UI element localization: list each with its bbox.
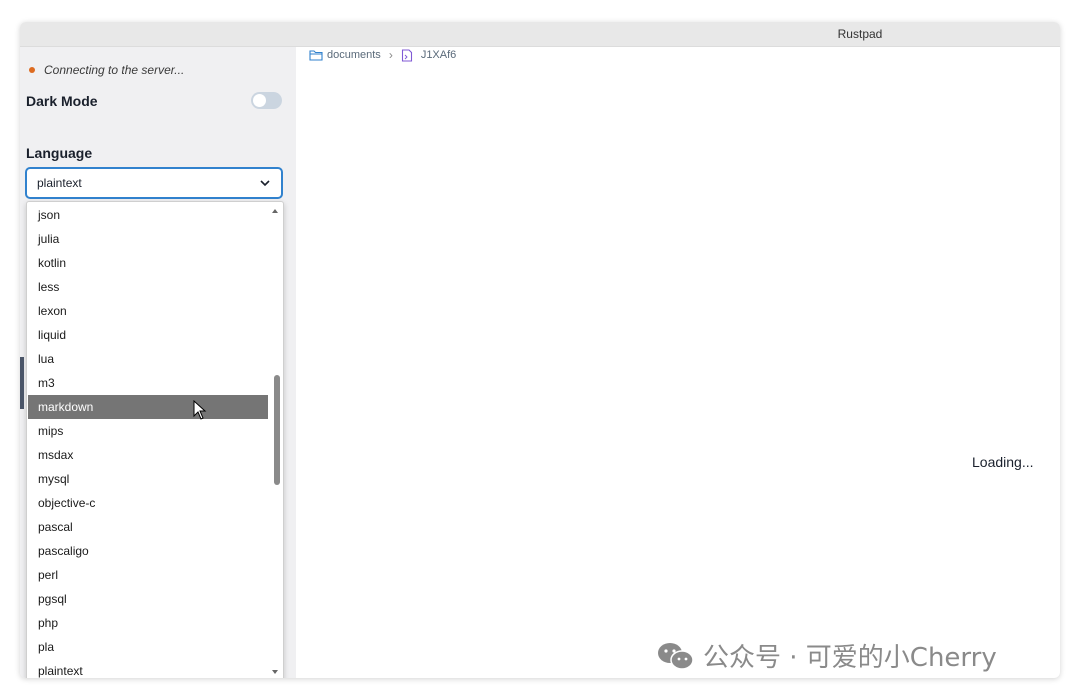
watermark-text: 公众号 · 可爱的小Cherry — [703, 643, 997, 673]
connection-status: Connecting to the server... — [29, 63, 184, 77]
title-bar: Rustpad — [20, 22, 1060, 47]
dark-mode-label: Dark Mode — [26, 93, 98, 109]
app-window: Rustpad Connecting to the server... Dark… — [20, 22, 1060, 678]
language-select[interactable]: plaintext — [26, 168, 282, 198]
scroll-up-arrow-icon[interactable] — [272, 209, 278, 213]
language-option-pascaligo[interactable]: pascaligo — [28, 539, 268, 563]
toggle-knob — [253, 94, 266, 107]
language-option-pascal[interactable]: pascal — [28, 515, 268, 539]
sidebar-collapse-handle[interactable] — [20, 357, 24, 409]
wechat-icon — [658, 642, 694, 670]
file-icon — [401, 48, 412, 62]
breadcrumb: documents › J1XAf6 — [309, 48, 456, 62]
folder-icon — [309, 50, 323, 61]
language-option-lexon[interactable]: lexon — [28, 299, 268, 323]
language-option-less[interactable]: less — [28, 275, 268, 299]
language-option-php[interactable]: php — [28, 611, 268, 635]
language-option-pgsql[interactable]: pgsql — [28, 587, 268, 611]
language-select-value: plaintext — [37, 176, 82, 190]
breadcrumb-folder[interactable]: documents — [327, 49, 381, 61]
language-label: Language — [26, 145, 93, 161]
breadcrumb-file[interactable]: J1XAf6 — [421, 49, 456, 61]
scrollbar-thumb[interactable] — [274, 375, 280, 485]
language-option-mysql[interactable]: mysql — [28, 467, 268, 491]
language-option-julia[interactable]: julia — [28, 227, 268, 251]
editor-loading-text: Loading... — [972, 454, 1034, 470]
language-option-pla[interactable]: pla — [28, 635, 268, 659]
language-option-liquid[interactable]: liquid — [28, 323, 268, 347]
chevron-down-icon — [260, 180, 270, 187]
chevron-right-icon: › — [388, 48, 393, 62]
language-option-msdax[interactable]: msdax — [28, 443, 268, 467]
language-option-plaintext[interactable]: plaintext — [28, 659, 268, 678]
language-option-objective-c[interactable]: objective-c — [28, 491, 268, 515]
language-option-mips[interactable]: mips — [28, 419, 268, 443]
language-option-m3[interactable]: m3 — [28, 371, 268, 395]
status-dot-icon — [29, 67, 35, 73]
language-dropdown-list[interactable]: json julia kotlin less lexon liquid lua m3 markd… — [26, 201, 284, 678]
status-text: Connecting to the server... — [44, 63, 185, 77]
sidebar: Connecting to the server... Dark Mode La… — [20, 47, 296, 678]
language-option-lua[interactable]: lua — [28, 347, 268, 371]
language-option-perl[interactable]: perl — [28, 563, 268, 587]
scroll-down-arrow-icon[interactable] — [272, 670, 278, 674]
window-title: Rustpad — [837, 27, 883, 41]
dark-mode-toggle[interactable] — [251, 92, 282, 109]
watermark: 公众号 · 可爱的小Cherry — [655, 637, 997, 674]
language-option-kotlin[interactable]: kotlin — [28, 251, 268, 275]
language-option-markdown[interactable]: markdown — [28, 395, 268, 419]
mouse-pointer-icon — [193, 400, 207, 420]
language-option-json[interactable]: json — [28, 203, 268, 227]
